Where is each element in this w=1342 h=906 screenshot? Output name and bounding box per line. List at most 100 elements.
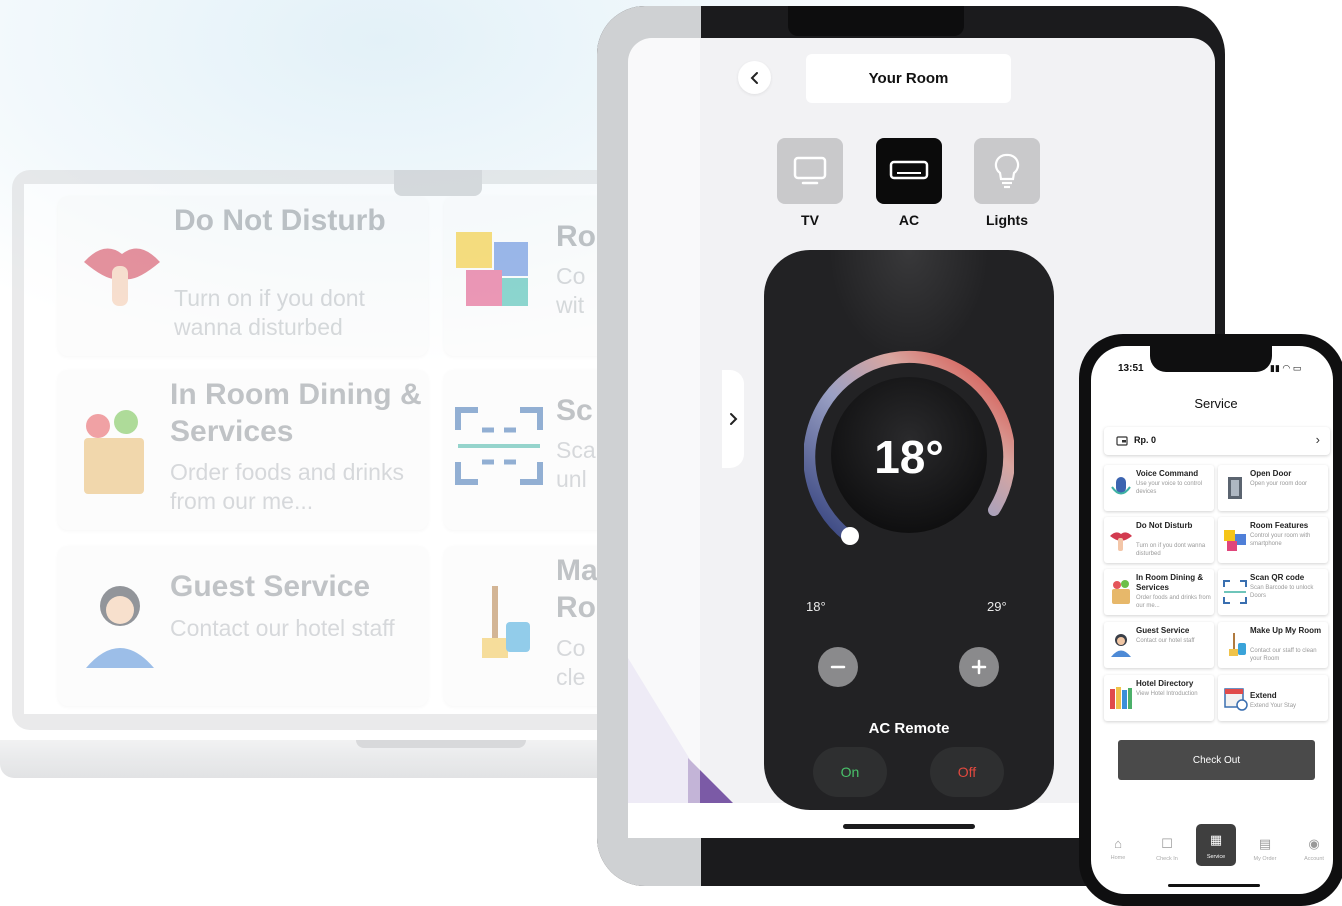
laptop-card-desc: Turn on if you dont wanna disturbed — [174, 285, 365, 340]
service-desc: Control your room with smartphone — [1250, 533, 1311, 547]
side-expand-tab[interactable] — [722, 370, 744, 468]
tab-label: Home — [1110, 855, 1126, 861]
calendar-icon — [1224, 688, 1248, 711]
service-title: Scan QR code — [1250, 573, 1305, 582]
microphone-icon — [1111, 477, 1131, 495]
tablet-screen-fade — [628, 38, 700, 838]
laptop-card-guest-service[interactable]: Guest Service Contact our hotel staff — [58, 546, 428, 706]
door-icon — [1228, 477, 1242, 499]
service-open-door[interactable]: Open Door Open your room door — [1218, 465, 1328, 511]
wifi-icon: ◠ — [1282, 363, 1291, 373]
phone-notch — [1150, 346, 1272, 372]
ac-remote-title: AC Remote — [868, 720, 950, 737]
current-temperature: 18° — [874, 431, 944, 483]
service-make-up-room[interactable]: Make Up My Room Contact our staff to cle… — [1218, 622, 1328, 668]
tab-account[interactable]: ◉ Account — [1294, 836, 1334, 862]
device-tab-ac[interactable] — [876, 138, 942, 204]
laptop-screen: Do Not Disturb Turn on if you dont wanna… — [24, 184, 644, 714]
tablet-home-indicator — [843, 824, 975, 829]
laptop-card-title: Do Not Disturb — [174, 204, 386, 237]
min-temperature-label: 18° — [806, 599, 826, 614]
tab-label: My Order — [1253, 856, 1277, 862]
service-desc: Open your room door — [1250, 481, 1308, 487]
laptop-card-desc: Sca unl — [556, 437, 596, 492]
tab-label: Check In — [1156, 856, 1178, 862]
qr-scan-icon — [1223, 580, 1247, 604]
device-tab-tv[interactable] — [777, 138, 843, 204]
tab-label: Account — [1304, 856, 1324, 862]
cleaning-icon — [482, 586, 530, 658]
device-label-ac: AC — [898, 212, 920, 228]
chevron-right-icon: › — [1315, 432, 1320, 447]
chevron-right-icon — [730, 413, 738, 425]
ac-off-button[interactable]: Off — [930, 747, 1004, 797]
tab-label: Service — [1206, 854, 1226, 860]
room-title: Your Room — [806, 54, 1011, 103]
tab-service[interactable]: ▦ Service — [1196, 824, 1236, 866]
tab-home[interactable]: ⌂ Home — [1098, 836, 1138, 861]
phone-home-indicator — [1168, 884, 1260, 887]
tab-my-order[interactable]: ▤ My Order — [1245, 836, 1285, 862]
wallet-balance-row[interactable]: Rp. 0 › — [1104, 427, 1330, 455]
receptionist-icon — [1111, 634, 1131, 657]
laptop-card-desc: Co wit — [556, 263, 586, 318]
service-do-not-disturb[interactable]: Do Not Disturb Turn on if you dont wanna… — [1104, 517, 1214, 563]
service-title: Guest Service — [1136, 626, 1190, 635]
ac-on-button[interactable]: On — [813, 747, 887, 797]
wallet-balance: Rp. 0 — [1134, 435, 1157, 445]
laptop-card-title: Ma Ro — [556, 554, 598, 624]
books-icon — [1110, 687, 1132, 709]
lightbulb-icon — [994, 153, 1020, 189]
chevron-left-icon — [750, 71, 758, 84]
status-icons: ▮▮ ◠ ▭ — [1270, 363, 1301, 374]
laptop-camera-notch — [394, 170, 482, 196]
tablet-camera-bar — [788, 6, 964, 36]
laptop-base — [0, 740, 640, 778]
check-out-button[interactable]: Check Out — [1118, 740, 1315, 780]
service-guest-service[interactable]: Guest Service Contact our hotel staff — [1104, 622, 1214, 668]
device-tab-lights[interactable] — [974, 138, 1040, 204]
receptionist-icon — [86, 586, 154, 668]
back-button[interactable] — [738, 61, 771, 94]
service-desc: View Hotel Introduction — [1136, 691, 1198, 697]
laptop-mockup: Do Not Disturb Turn on if you dont wanna… — [0, 170, 652, 790]
service-title: Voice Command — [1136, 469, 1199, 478]
service-page-title: Service — [1194, 396, 1238, 411]
grocery-bag-icon — [84, 410, 144, 494]
service-title: Extend — [1250, 691, 1277, 700]
laptop-card-desc: Order foods and drinks from our me... — [170, 459, 404, 514]
increase-temperature-button[interactable] — [959, 647, 999, 687]
service-title: Do Not Disturb — [1136, 521, 1193, 530]
service-scan-qr[interactable]: Scan QR code Scan Barcode to unlock Door… — [1218, 569, 1328, 615]
checkin-icon: ☐ — [1161, 836, 1173, 851]
tab-check-in[interactable]: ☐ Check In — [1147, 836, 1187, 862]
grocery-bag-icon — [1112, 580, 1130, 604]
service-hotel-directory[interactable]: Hotel Directory View Hotel Introduction — [1104, 675, 1214, 721]
puzzle-icon — [1224, 530, 1246, 551]
service-desc: Contact our hotel staff — [1136, 638, 1195, 644]
service-voice-command[interactable]: Voice Command Use your voice to control … — [1104, 465, 1214, 511]
laptop-card-title: Guest Service — [170, 570, 371, 603]
device-label-tv: TV — [801, 212, 819, 228]
service-desc: Order foods and drinks from our me... — [1136, 595, 1211, 609]
service-title: Make Up My Room — [1250, 626, 1322, 635]
laptop-card-title: In Room Dining & Services — [170, 378, 422, 448]
service-in-room-dining[interactable]: In Room Dining & Services Order foods an… — [1104, 569, 1214, 615]
decrease-temperature-button[interactable] — [818, 647, 858, 687]
device-label-lights: Lights — [986, 212, 1028, 228]
battery-icon: ▭ — [1292, 363, 1302, 373]
dial-handle[interactable] — [841, 527, 859, 545]
order-icon: ▤ — [1258, 836, 1272, 851]
laptop-card-desc: Contact our hotel staff — [170, 615, 395, 641]
service-room-features[interactable]: Room Features Control your room with sma… — [1218, 517, 1328, 563]
qr-scan-icon — [455, 407, 543, 485]
laptop-card-do-not-disturb[interactable]: Do Not Disturb Turn on if you dont wanna… — [58, 196, 428, 356]
service-desc: Scan Barcode to unlock Doors — [1250, 585, 1314, 599]
service-desc: Extend Your Stay — [1250, 703, 1297, 709]
laptop-card-in-room-dining[interactable]: In Room Dining & Services Order foods an… — [58, 370, 428, 530]
max-temperature-label: 29° — [987, 599, 1007, 614]
service-desc: Use your voice to control devices — [1136, 481, 1203, 495]
service-extend[interactable]: Extend Extend Your Stay — [1218, 675, 1328, 721]
service-title: Room Features — [1250, 521, 1309, 530]
laptop-base-notch — [356, 740, 526, 748]
